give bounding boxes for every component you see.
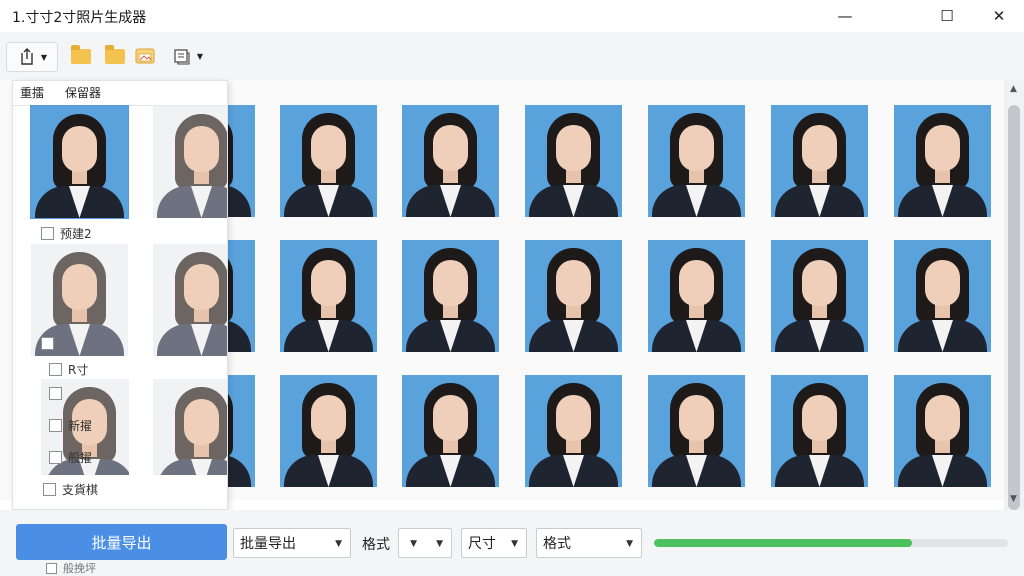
chevron-down-icon: ▼ <box>626 539 633 549</box>
checkbox-icon[interactable] <box>49 451 62 464</box>
format-label: 格式 <box>362 537 390 553</box>
scroll-down-icon[interactable]: ▼ <box>1010 494 1017 504</box>
chevron-down-icon: ▼ <box>410 539 417 549</box>
tab-templates[interactable]: 重擂 <box>20 84 44 101</box>
open-folder-button[interactable] <box>70 42 92 70</box>
photo-thumbnail[interactable] <box>648 105 745 217</box>
scrollbar-thumb[interactable] <box>1008 105 1020 510</box>
photo-thumbnail[interactable] <box>648 240 745 352</box>
export-menu-button[interactable]: ▼ <box>6 42 58 72</box>
template-option[interactable]: 般挽坪 <box>46 560 96 576</box>
photo-thumbnail[interactable] <box>525 105 622 217</box>
open-folder-2-button[interactable] <box>104 42 126 70</box>
template-option[interactable]: 般擢 <box>49 449 92 466</box>
minimize-button[interactable]: — <box>818 0 872 32</box>
photo-thumbnail[interactable] <box>280 105 377 217</box>
template-option[interactable] <box>41 337 60 350</box>
chevron-down-icon: ▼ <box>511 539 518 549</box>
tab-saved[interactable]: 保留器 <box>65 84 101 101</box>
image-folder-icon <box>135 48 155 64</box>
photo-thumbnail[interactable] <box>525 375 622 487</box>
progress-fill <box>654 539 913 547</box>
size-select[interactable]: 尺寸 ▼ <box>461 528 527 558</box>
title-bar: 1.寸寸2寸照片生成器 — ☐ ✕ <box>0 0 1024 32</box>
maximize-button[interactable]: ☐ <box>920 0 974 32</box>
template-option[interactable]: R寸 <box>49 361 88 378</box>
template-thumbnail-selected[interactable] <box>31 106 128 218</box>
output-format-select[interactable]: 格式 ▼ <box>536 528 642 558</box>
photo-thumbnail[interactable] <box>771 375 868 487</box>
photo-thumbnail[interactable] <box>894 375 991 487</box>
checkbox-icon[interactable] <box>49 387 62 400</box>
export-progress-bar <box>654 539 1008 547</box>
checkbox-icon[interactable] <box>49 419 62 432</box>
photo-thumbnail[interactable] <box>280 240 377 352</box>
photo-thumbnail[interactable] <box>771 240 868 352</box>
photo-thumbnail[interactable] <box>894 240 991 352</box>
panel-tabs: 重擂 保留器 <box>13 81 227 106</box>
photo-thumbnail[interactable] <box>648 375 745 487</box>
format-select[interactable]: ▼ ▼ <box>398 528 452 558</box>
photo-thumbnail[interactable] <box>771 105 868 217</box>
checkbox-icon[interactable] <box>41 227 54 240</box>
photo-thumbnail[interactable] <box>280 375 377 487</box>
checkbox-icon[interactable] <box>41 337 54 350</box>
checkbox-icon[interactable] <box>46 562 57 574</box>
chevron-down-icon: ▼ <box>40 52 48 62</box>
photo-thumbnail[interactable] <box>402 105 499 217</box>
template-option[interactable]: 支貨棋 <box>43 481 98 498</box>
chevron-down-icon: ▼ <box>436 539 443 549</box>
bottom-bar: 批量导出 般挽坪 批量导出 ▼ 格式 ▼ ▼ 尺寸 ▼ 格式 ▼ <box>0 510 1024 576</box>
export-icon <box>21 48 33 65</box>
document-icon <box>174 49 190 65</box>
export-mode-select[interactable]: 批量导出 ▼ <box>233 528 351 558</box>
template-option[interactable] <box>49 387 68 400</box>
photo-thumbnail[interactable] <box>525 240 622 352</box>
chevron-down-icon: ▼ <box>335 539 342 549</box>
chevron-down-icon: ▼ <box>196 51 204 61</box>
checkbox-icon[interactable] <box>43 483 56 496</box>
photo-thumbnail[interactable] <box>402 375 499 487</box>
template-thumbnail[interactable] <box>153 244 227 356</box>
template-option[interactable]: 预建2 <box>41 225 92 242</box>
template-thumbnail[interactable] <box>153 379 227 475</box>
folder-icon <box>71 44 91 64</box>
photo-thumbnail[interactable] <box>894 105 991 217</box>
photo-thumbnail[interactable] <box>402 240 499 352</box>
template-panel: 重擂 保留器 预建2 R寸 新擢 般擢 支貨棋 <box>12 80 228 510</box>
image-folder-button[interactable] <box>134 42 156 70</box>
template-option[interactable]: 新擢 <box>49 417 92 434</box>
batch-export-button[interactable]: 批量导出 <box>16 524 227 560</box>
checkbox-icon[interactable] <box>49 363 62 376</box>
vertical-scrollbar[interactable]: ▲ ▼ <box>1004 80 1024 510</box>
folder-icon <box>105 44 125 64</box>
toolbar: ▼ ▼ <box>0 32 1024 80</box>
close-button[interactable]: ✕ <box>972 0 1024 32</box>
scroll-up-icon[interactable]: ▲ <box>1010 84 1017 94</box>
template-thumbnail[interactable] <box>153 106 227 218</box>
window-title: 1.寸寸2寸照片生成器 <box>12 10 147 26</box>
document-menu-button[interactable]: ▼ <box>166 42 210 70</box>
